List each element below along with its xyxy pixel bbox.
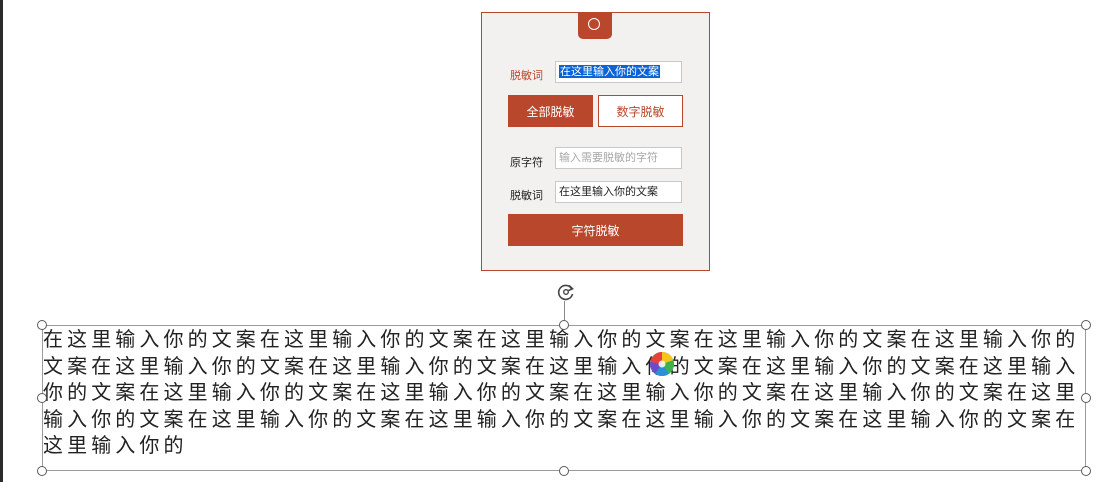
- mask-word-input[interactable]: 在这里输入你的文案: [555, 61, 682, 83]
- mask-word-input-2[interactable]: 在这里输入你的文案: [555, 181, 682, 203]
- resize-handle-top-left[interactable]: [37, 320, 47, 330]
- panel-tab[interactable]: [578, 12, 612, 39]
- selected-text: 在这里输入你的文案: [559, 65, 660, 78]
- resize-handle-top-right[interactable]: [1081, 320, 1091, 330]
- busy-cursor-icon: [650, 352, 674, 376]
- mask-word-label-2: 脱敏词: [510, 189, 543, 202]
- resize-handle-bottom-left[interactable]: [37, 466, 47, 476]
- resize-handle-right[interactable]: [1081, 393, 1091, 403]
- textbox-text[interactable]: 在这里输入你的文案在这里输入你的文案在这里输入你的文案在这里输入你的文案在这里输…: [43, 326, 1086, 470]
- original-char-label: 原字符: [510, 156, 543, 169]
- slide-canvas: 脱敏词 在这里输入你的文案 全部脱敏 数字脱敏 原字符 输入需要脱敏的字符 脱敏…: [0, 0, 1111, 482]
- digit-mask-button[interactable]: 数字脱敏: [598, 95, 683, 127]
- resize-handle-bottom[interactable]: [559, 466, 569, 476]
- resize-handle-top[interactable]: [559, 320, 569, 330]
- mask-tool-panel: 脱敏词 在这里输入你的文案 全部脱敏 数字脱敏 原字符 输入需要脱敏的字符 脱敏…: [481, 12, 710, 271]
- rotate-icon[interactable]: [556, 282, 576, 302]
- char-mask-button[interactable]: 字符脱敏: [508, 214, 683, 246]
- resize-handle-left[interactable]: [37, 393, 47, 403]
- circle-icon: [588, 18, 600, 30]
- full-mask-button[interactable]: 全部脱敏: [508, 95, 593, 127]
- resize-handle-bottom-right[interactable]: [1081, 466, 1091, 476]
- original-char-input[interactable]: 输入需要脱敏的字符: [555, 147, 682, 169]
- window-edge: [0, 0, 3, 482]
- mask-word-label: 脱敏词: [510, 69, 543, 82]
